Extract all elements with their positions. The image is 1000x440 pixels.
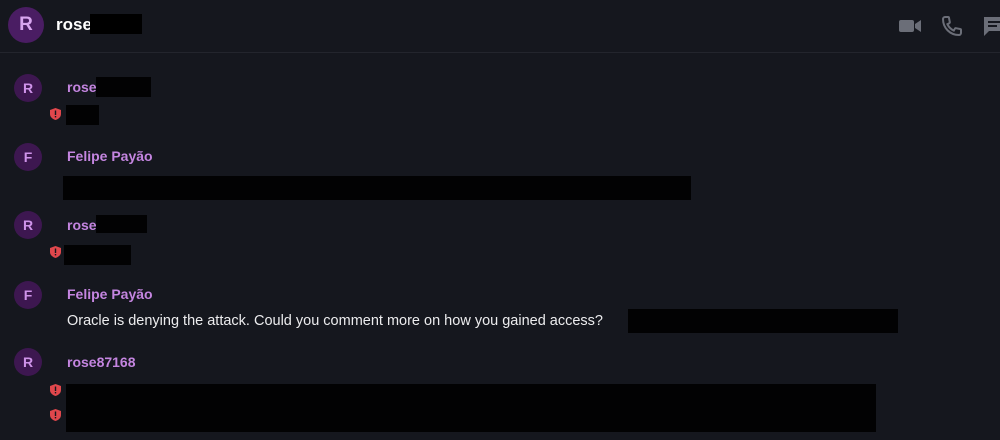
- sender-avatar[interactable]: F: [14, 281, 42, 309]
- contact-avatar[interactable]: R: [8, 7, 44, 43]
- sender-name[interactable]: rose87168: [67, 354, 136, 370]
- chat-icon[interactable]: [982, 15, 1000, 37]
- sender-name[interactable]: Felipe Payão: [67, 148, 153, 164]
- redacted-message: [66, 105, 99, 125]
- shield-warning-icon: [50, 246, 61, 258]
- redacted-message: [64, 245, 131, 265]
- sender-name[interactable]: rose: [67, 79, 97, 95]
- chat-window: R rose R rose F Felipe Payão R rose F Fe…: [0, 0, 1000, 440]
- redacted-message: [66, 384, 876, 432]
- phone-icon[interactable]: [940, 15, 964, 37]
- shield-warning-icon: [50, 409, 61, 421]
- sender-name[interactable]: Felipe Payão: [67, 286, 153, 302]
- message-text: Oracle is denying the attack. Could you …: [67, 313, 603, 329]
- redaction-box: [96, 215, 147, 233]
- video-camera-icon[interactable]: [898, 15, 922, 37]
- shield-warning-icon: [50, 108, 61, 120]
- redacted-message: [628, 309, 898, 333]
- chat-header: R rose: [0, 0, 1000, 53]
- redaction-box: [96, 77, 151, 97]
- shield-warning-icon: [50, 384, 61, 396]
- redaction-box: [90, 14, 142, 34]
- contact-name[interactable]: rose: [56, 15, 92, 35]
- sender-avatar[interactable]: F: [14, 143, 42, 171]
- sender-name[interactable]: rose: [67, 217, 97, 233]
- sender-avatar[interactable]: R: [14, 74, 42, 102]
- sender-avatar[interactable]: R: [14, 211, 42, 239]
- redacted-message: [63, 176, 691, 200]
- sender-avatar[interactable]: R: [14, 348, 42, 376]
